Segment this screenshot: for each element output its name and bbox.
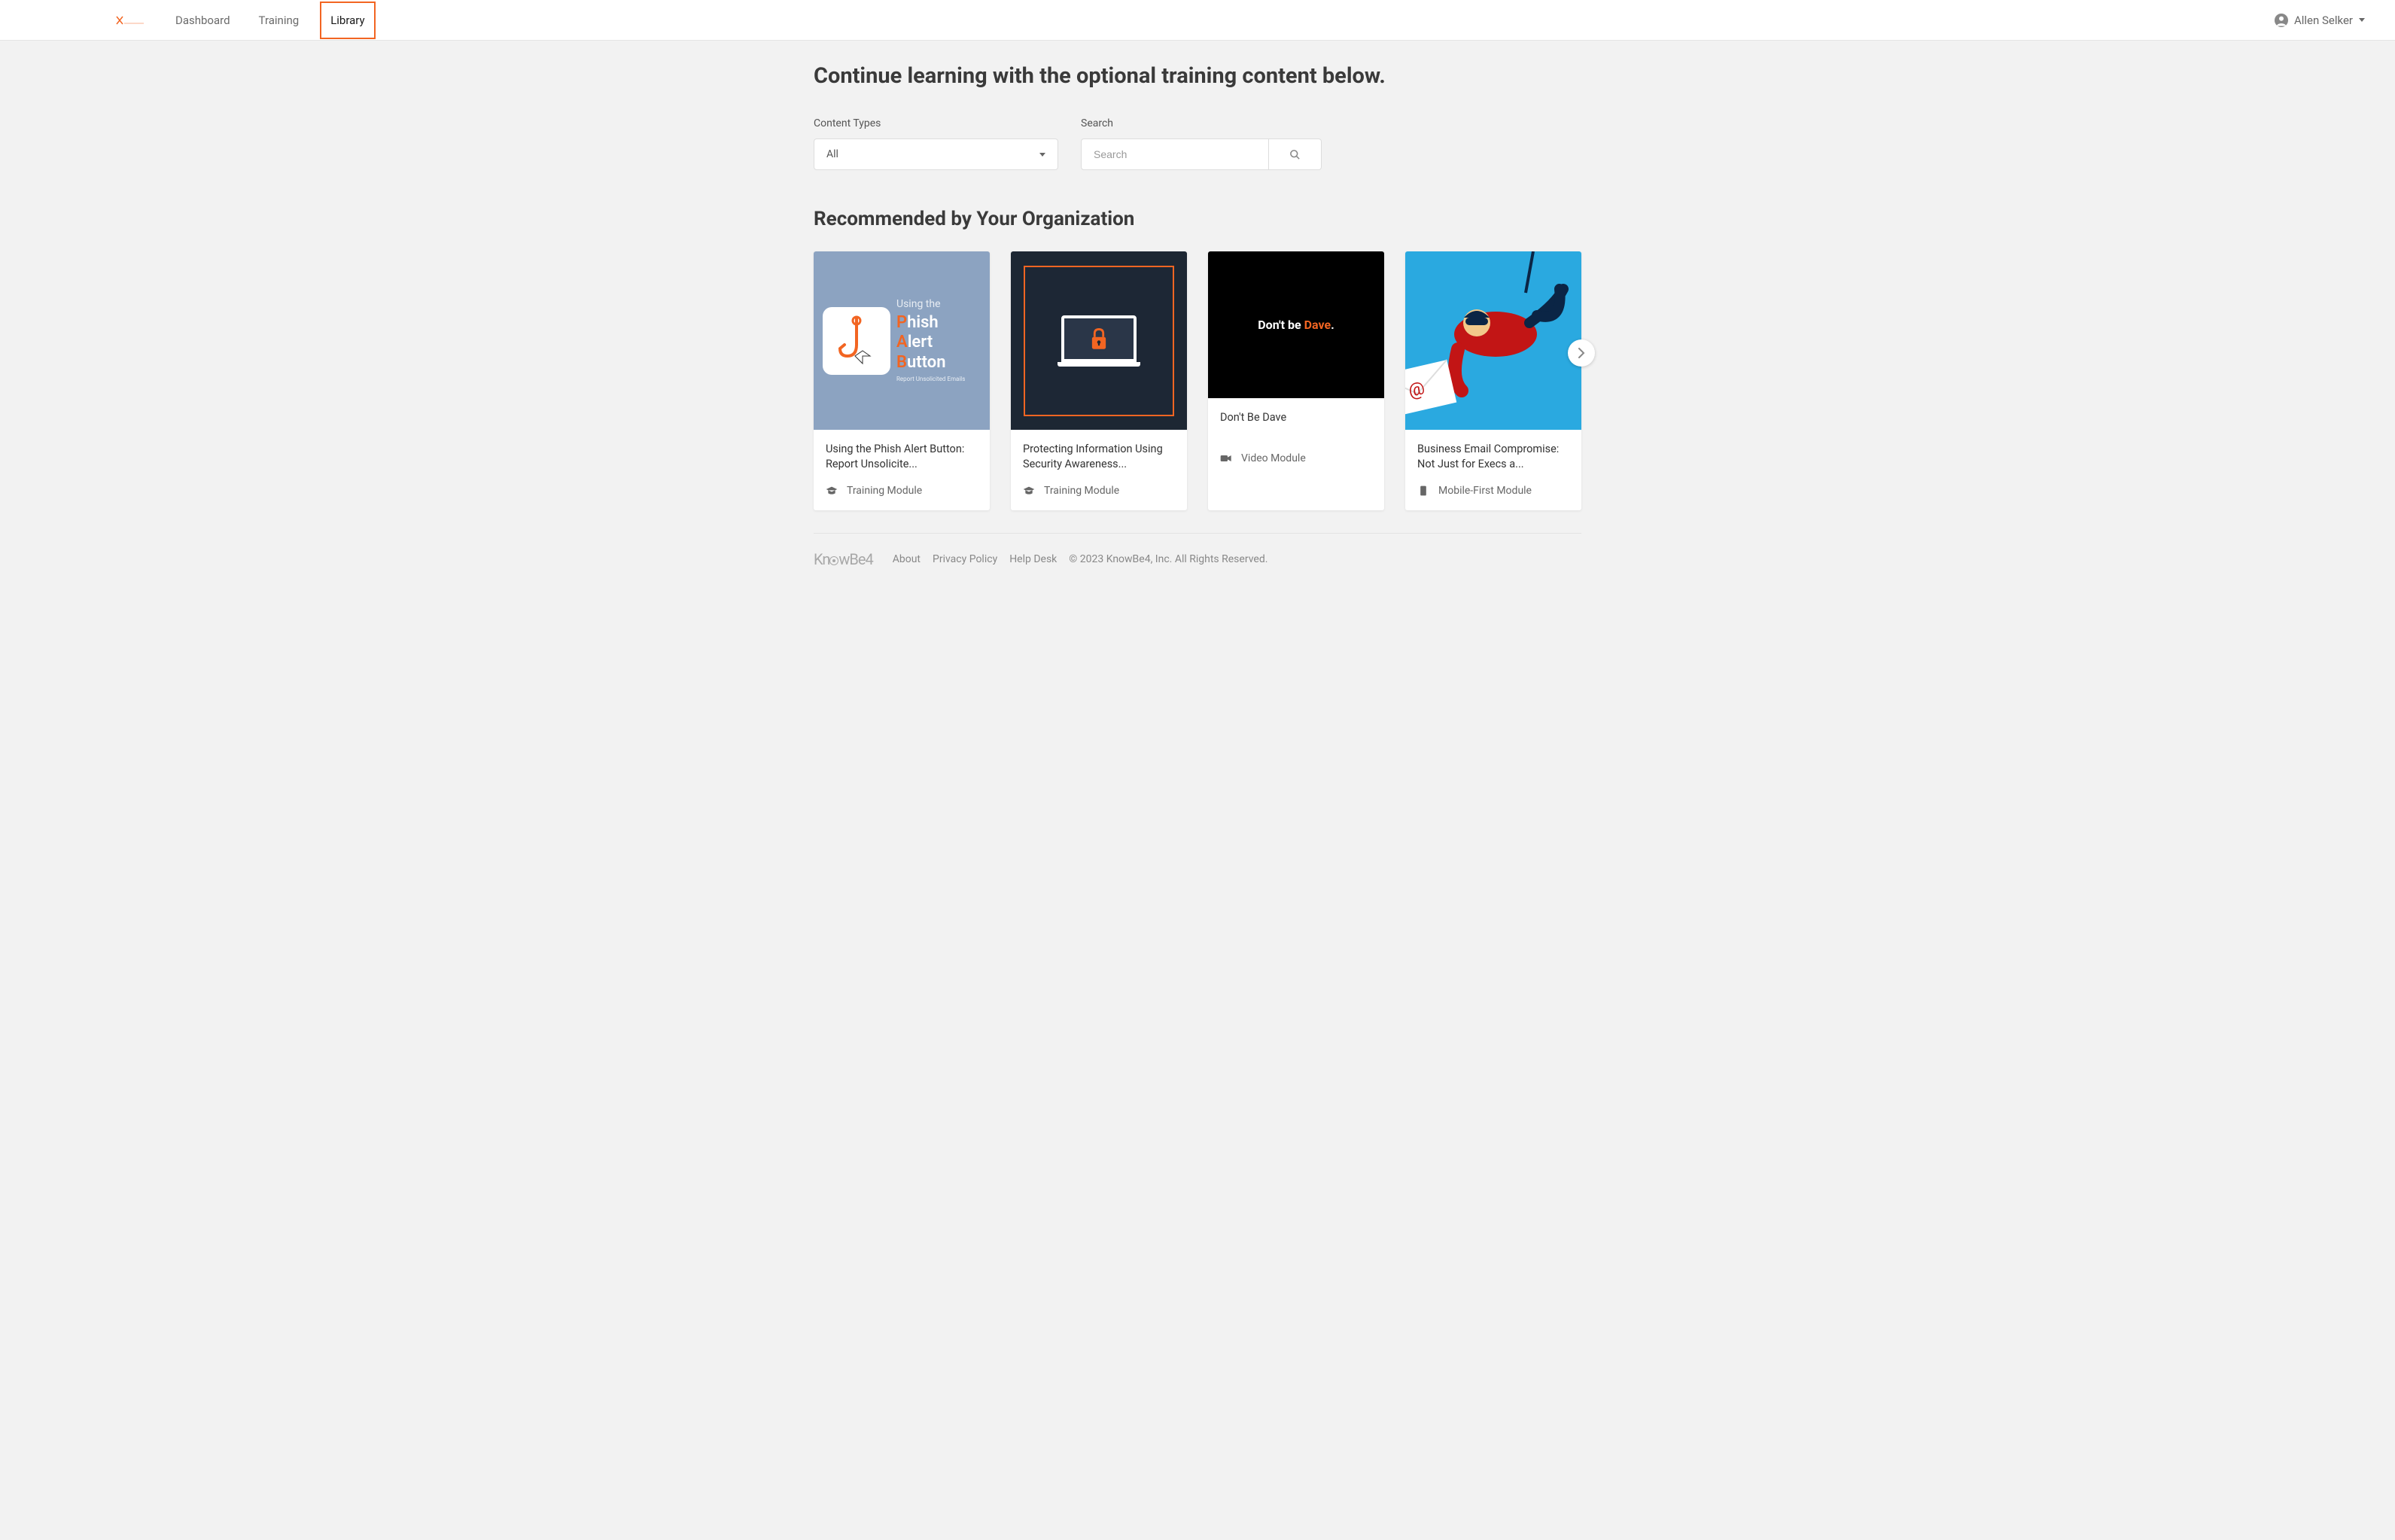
laptop-lock-icon xyxy=(1061,315,1137,367)
card-title: Business Email Compromise: Not Just for … xyxy=(1417,442,1569,471)
top-nav: Dashboard Training Library Allen Selker xyxy=(0,0,2395,41)
card-type-label: Video Module xyxy=(1241,452,1306,464)
footer-link-privacy[interactable]: Privacy Policy xyxy=(933,553,997,565)
user-avatar-icon xyxy=(2275,14,2288,27)
filter-bar: Content Types All Search xyxy=(814,117,1581,170)
training-card[interactable]: Using the Phish Alert Button Report Unso… xyxy=(814,251,990,510)
training-card[interactable]: Don't be Dave. Don't Be Dave Video Modul… xyxy=(1208,251,1384,510)
email-thief-icon: @ xyxy=(1405,251,1581,430)
footer-link-about[interactable]: About xyxy=(893,553,921,565)
chevron-down-icon xyxy=(2359,18,2365,22)
caret-down-icon xyxy=(1039,153,1045,157)
nav-training[interactable]: Training xyxy=(251,2,307,39)
card-meta: Video Module xyxy=(1220,452,1372,464)
training-card[interactable]: @ Business Email Compromise: Not Just fo… xyxy=(1405,251,1581,510)
card-meta: Mobile-First Module xyxy=(1417,485,1569,497)
nav-dashboard[interactable]: Dashboard xyxy=(168,2,238,39)
card-type-label: Training Module xyxy=(1044,485,1119,497)
footer-brand: KnwBe4 xyxy=(814,550,873,568)
content-type-filter: Content Types All xyxy=(814,117,1058,170)
graduation-cap-icon xyxy=(1023,485,1035,496)
graduation-cap-icon xyxy=(826,485,838,496)
search-label: Search xyxy=(1081,117,1322,129)
card-thumbnail: Using the Phish Alert Button Report Unso… xyxy=(814,251,990,430)
card-thumbnail xyxy=(1011,251,1187,430)
card-title: Don't Be Dave xyxy=(1220,410,1372,439)
content-type-select[interactable]: All xyxy=(814,138,1058,170)
nav-library[interactable]: Library xyxy=(320,2,375,39)
card-thumbnail: Don't be Dave. xyxy=(1208,251,1384,398)
user-name: Allen Selker xyxy=(2294,14,2353,27)
content-type-value: All xyxy=(826,148,838,160)
search-filter: Search xyxy=(1081,117,1322,170)
video-icon xyxy=(1220,453,1232,464)
chevron-right-icon xyxy=(1578,348,1585,358)
card-meta: Training Module xyxy=(826,485,978,497)
brand-logo[interactable] xyxy=(113,13,147,28)
user-menu[interactable]: Allen Selker xyxy=(2275,14,2365,27)
recommended-carousel: Using the Phish Alert Button Report Unso… xyxy=(814,251,1581,510)
nav-left: Dashboard Training Library xyxy=(113,2,376,39)
search-icon xyxy=(1289,149,1301,160)
card-list: Using the Phish Alert Button Report Unso… xyxy=(814,251,1581,510)
pab-hook-icon xyxy=(823,307,890,375)
footer: KnwBe4 About Privacy Policy Help Desk © … xyxy=(799,550,1596,598)
footer-link-helpdesk[interactable]: Help Desk xyxy=(1009,553,1057,565)
main-content: Continue learning with the optional trai… xyxy=(799,41,1596,534)
footer-copyright: © 2023 KnowBe4, Inc. All Rights Reserved… xyxy=(1069,553,1267,565)
page-title: Continue learning with the optional trai… xyxy=(814,63,1581,89)
search-wrap xyxy=(1081,138,1322,170)
recommended-heading: Recommended by Your Organization xyxy=(814,208,1581,230)
card-type-label: Training Module xyxy=(847,485,922,497)
card-thumbnail: @ xyxy=(1405,251,1581,430)
card-type-label: Mobile-First Module xyxy=(1438,485,1532,497)
card-title: Protecting Information Using Security Aw… xyxy=(1023,442,1175,471)
divider xyxy=(814,533,1581,534)
carousel-next-button[interactable] xyxy=(1568,339,1595,367)
search-input[interactable] xyxy=(1081,138,1269,170)
search-button[interactable] xyxy=(1269,138,1322,170)
mobile-icon xyxy=(1417,485,1429,496)
card-title: Using the Phish Alert Button: Report Uns… xyxy=(826,442,978,471)
card-meta: Training Module xyxy=(1023,485,1175,497)
content-type-label: Content Types xyxy=(814,117,1058,129)
training-card[interactable]: Protecting Information Using Security Aw… xyxy=(1011,251,1187,510)
